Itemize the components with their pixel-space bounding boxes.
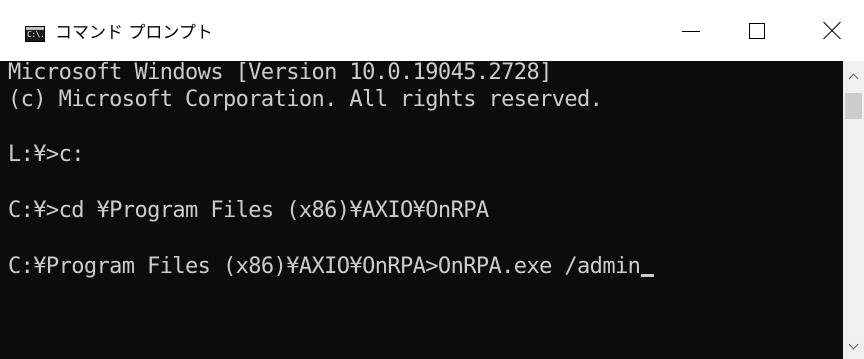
scroll-up-button[interactable] bbox=[843, 65, 864, 87]
console-line: (c) Microsoft Corporation. All rights re… bbox=[8, 87, 603, 112]
scroll-down-arrow-icon bbox=[848, 339, 859, 349]
close-button[interactable] bbox=[800, 0, 864, 61]
text-cursor bbox=[641, 274, 655, 277]
console-line: L:¥>c: bbox=[8, 142, 84, 167]
scroll-up-arrow-icon bbox=[848, 73, 859, 83]
console-line: Microsoft Windows [Version 10.0.19045.27… bbox=[8, 61, 552, 85]
maximize-icon bbox=[749, 22, 765, 39]
window-title: コマンド プロンプト bbox=[55, 23, 213, 43]
scroll-down-button[interactable] bbox=[843, 335, 864, 357]
command-prompt-icon[interactable]: C:\. bbox=[25, 26, 45, 42]
scroll-thumb[interactable] bbox=[845, 93, 862, 119]
console-input-line[interactable]: C:¥Program Files (x86)¥AXIO¥OnRPA>OnRPA.… bbox=[8, 253, 655, 281]
console-command-text: C:¥Program Files (x86)¥AXIO¥OnRPA>OnRPA.… bbox=[8, 254, 641, 279]
vertical-scrollbar[interactable] bbox=[843, 61, 864, 359]
minimize-button[interactable] bbox=[659, 0, 723, 61]
close-icon bbox=[823, 22, 841, 40]
title-bar[interactable]: C:\. コマンド プロンプト bbox=[0, 0, 864, 61]
icon-label: C:\. bbox=[27, 30, 45, 39]
minimize-icon bbox=[682, 30, 700, 32]
console-line: C:¥>cd ¥Program Files (x86)¥AXIO¥OnRPA bbox=[8, 198, 489, 223]
maximize-button[interactable] bbox=[725, 0, 789, 61]
console-output[interactable]: Microsoft Windows [Version 10.0.19045.27… bbox=[0, 61, 843, 359]
command-prompt-window: C:\. コマンド プロンプト Microsoft Windows [Versi… bbox=[0, 0, 864, 359]
